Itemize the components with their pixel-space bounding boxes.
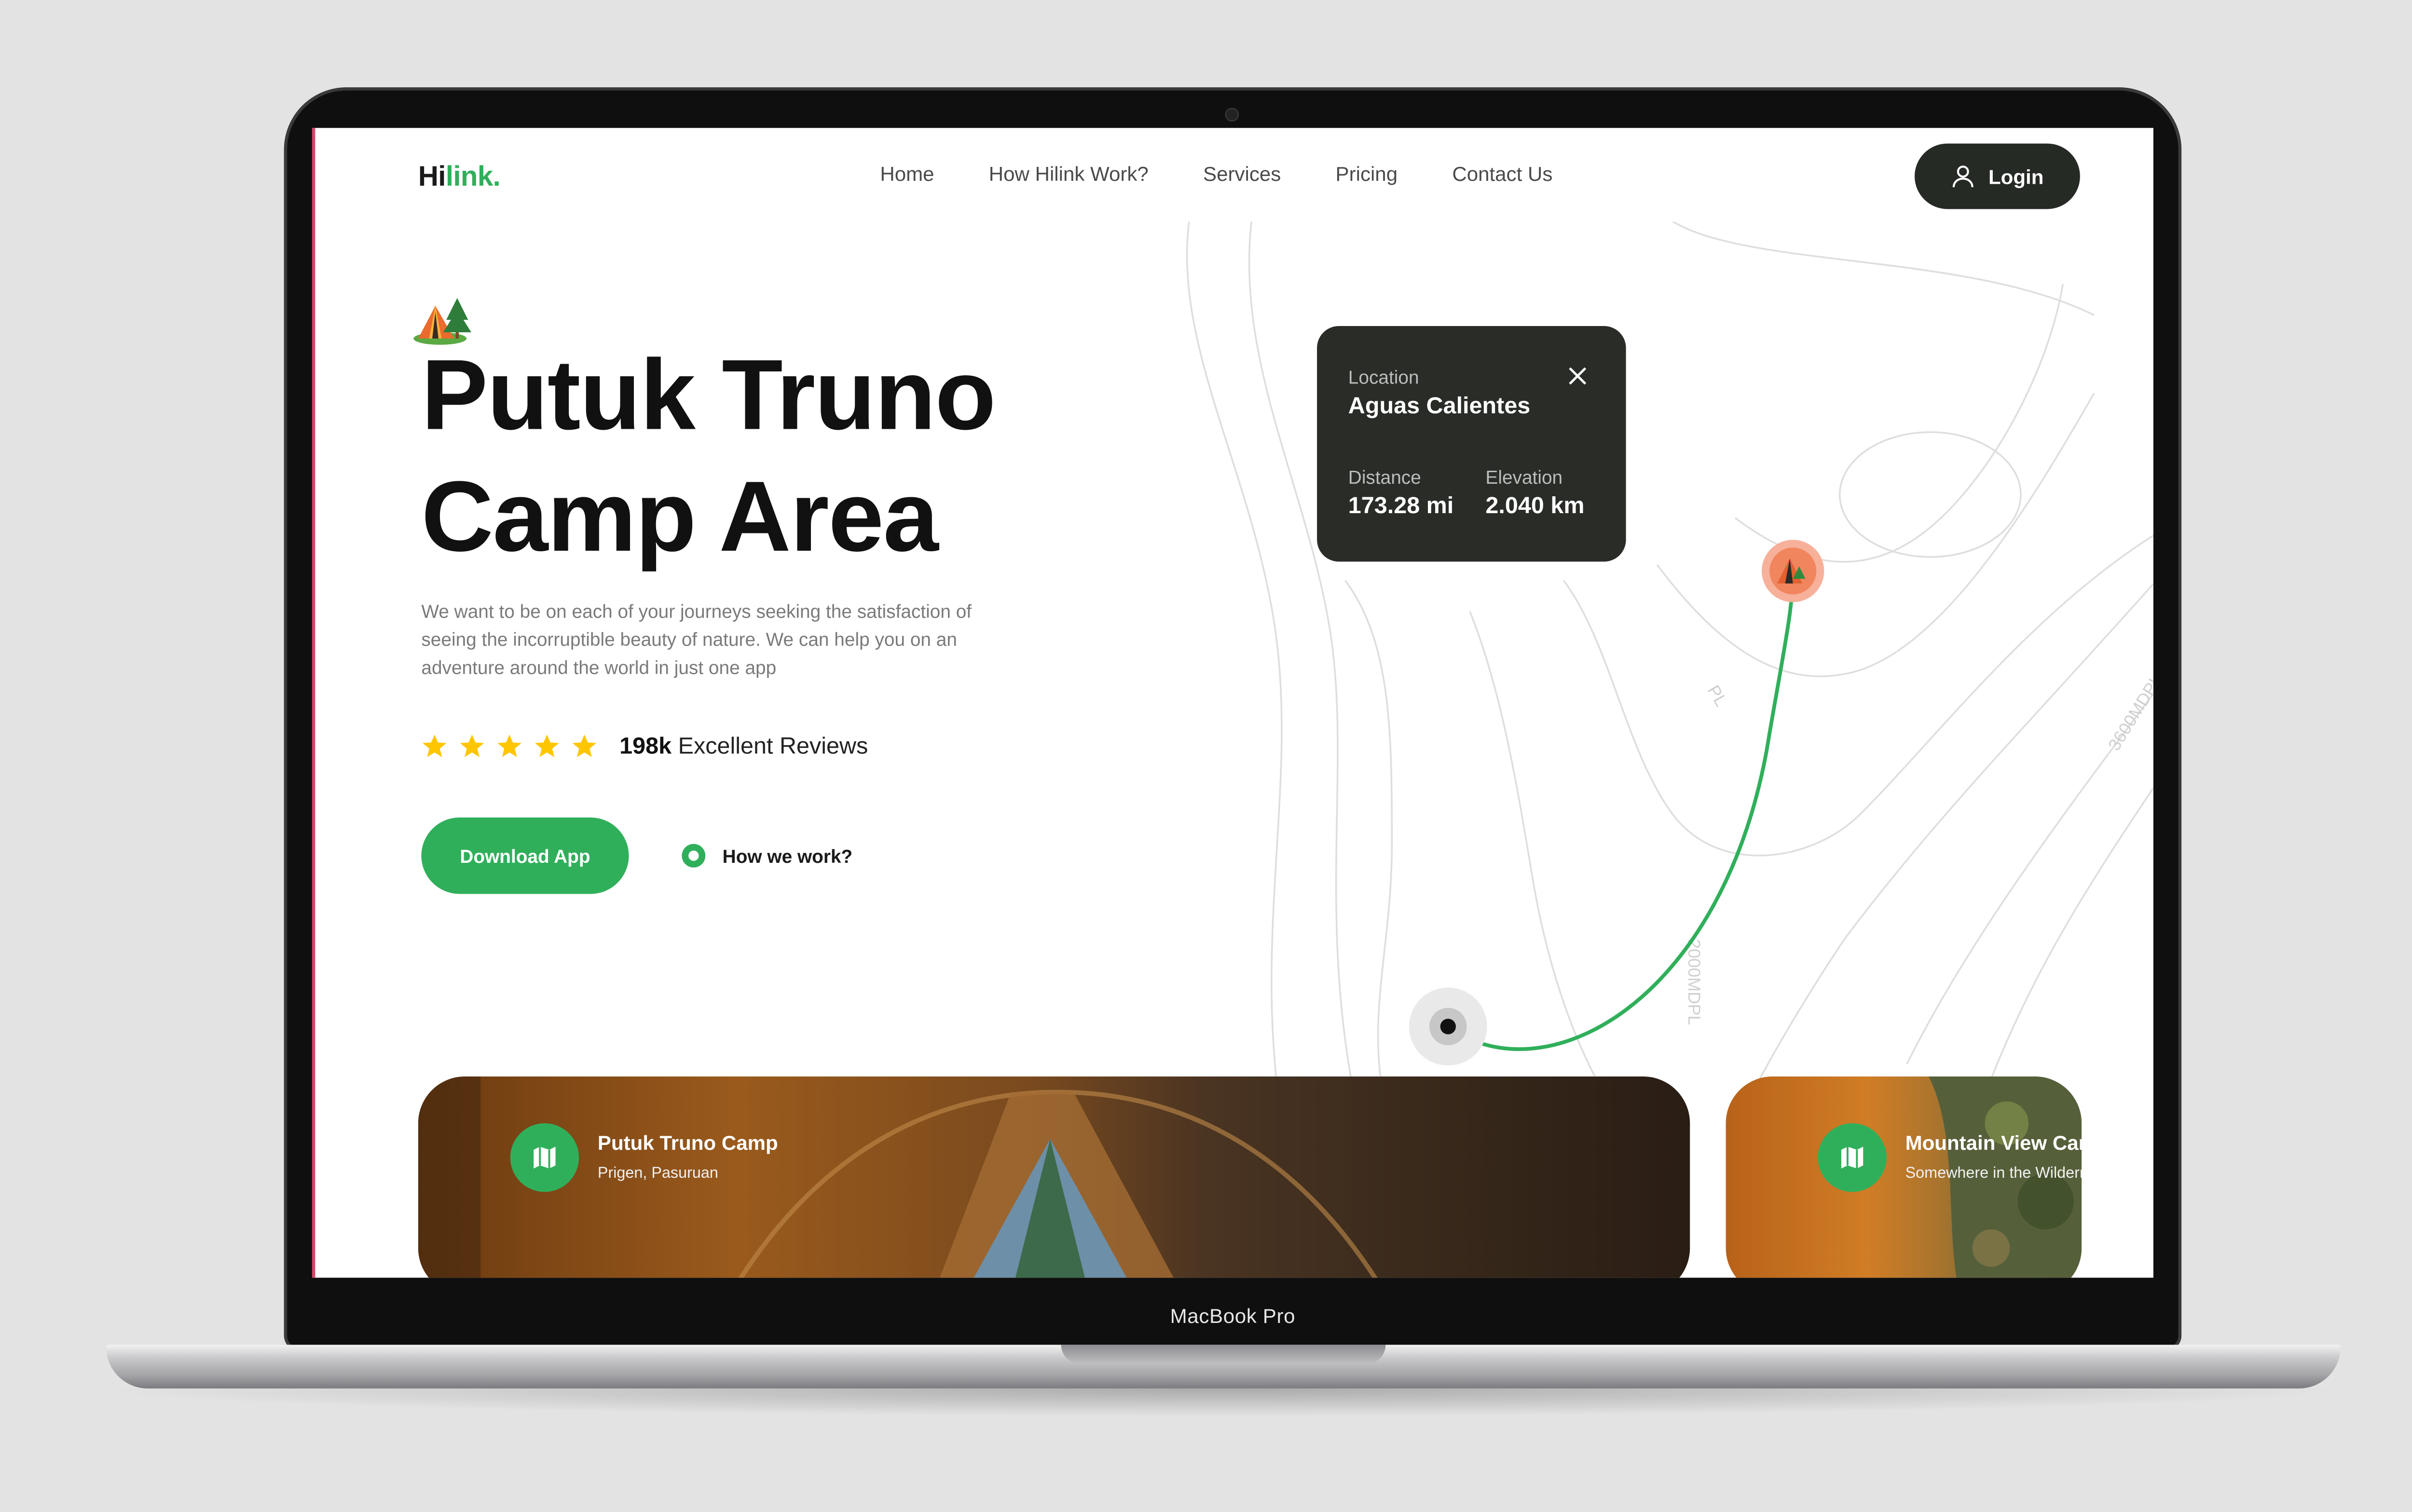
user-icon [1953, 165, 1974, 188]
distance-label: Distance [1348, 466, 1421, 489]
download-app-button[interactable]: Download App [421, 817, 629, 894]
map-pin [510, 1123, 579, 1192]
camera-icon [1226, 109, 1238, 121]
play-icon [682, 844, 706, 868]
logo-main: Hi [418, 161, 446, 192]
star-icon [423, 735, 447, 757]
location-value: Aguas Calientes [1348, 393, 1531, 420]
elevation-value: 2.040 km [1485, 493, 1585, 520]
camp-subtitle: Somewhere in the Wilderness [1905, 1165, 2082, 1183]
logo-accent: link. [445, 161, 501, 192]
nav-how-hilink-work[interactable]: How Hilink Work? [989, 162, 1149, 186]
nav-pricing[interactable]: Pricing [1336, 162, 1398, 186]
map-icon [1841, 1146, 1864, 1169]
topographic-map: 2000MDPL 3600MDPL PL [1186, 221, 2153, 1127]
hero-title-line-2: Camp Area [421, 460, 938, 573]
camp-title: Putuk Truno Camp [597, 1131, 778, 1155]
map-icon [534, 1146, 556, 1169]
camp-card[interactable]: Mountain View Camp Somewhere in the Wild… [1726, 1076, 2082, 1278]
laptop-base [106, 1345, 2341, 1389]
device-label: MacBook Pro [1170, 1304, 1296, 1328]
star-icon [535, 735, 559, 757]
rating-stars [421, 733, 598, 760]
reviews-summary: 198k Excellent Reviews [619, 733, 868, 760]
close-icon[interactable] [1567, 365, 1589, 387]
distance-value: 173.28 mi [1348, 493, 1454, 520]
camp-card[interactable]: Putuk Truno Camp Prigen, Pasuruan [418, 1076, 1690, 1278]
hero-title-line-1: Putuk Truno [421, 338, 996, 451]
location-label: Location [1348, 367, 1419, 389]
star-icon [460, 735, 484, 757]
contour-label-2000: 2000MDPL [1685, 939, 1704, 1025]
contour-label-pl: PL [1704, 682, 1731, 710]
elevation-label: Elevation [1485, 466, 1563, 489]
how-we-work-label: How we work? [722, 845, 853, 867]
star-icon [572, 735, 597, 757]
camp-title: Mountain View Camp [1905, 1131, 2082, 1155]
camp-subtitle: Prigen, Pasuruan [597, 1165, 718, 1183]
contour-label-3600: 3600MDPL [2104, 671, 2153, 754]
browser-screen: Hilink. Home How Hilink Work? Services P… [312, 128, 2153, 1278]
main-nav: Home How Hilink Work? Services Pricing C… [880, 162, 1552, 186]
laptop-shadow [94, 1388, 2353, 1417]
reviews-label: Excellent Reviews [678, 733, 868, 760]
nav-contact-us[interactable]: Contact Us [1452, 162, 1552, 186]
how-we-work-button[interactable]: How we work? [680, 843, 852, 869]
nav-home[interactable]: Home [880, 162, 934, 186]
reviews-count: 198k [619, 733, 672, 760]
star-icon [497, 735, 521, 757]
location-card: Location Aguas Calientes Distance 173.28… [1317, 326, 1626, 562]
hero-title: Putuk Truno Camp Area [421, 334, 996, 577]
login-button[interactable]: Login [1914, 143, 2080, 209]
login-label: Login [1988, 164, 2044, 188]
nav-services[interactable]: Services [1203, 162, 1281, 186]
route-line [1448, 572, 1795, 1051]
hero-description: We want to be on each of your journeys s… [421, 600, 972, 679]
map-pin [1818, 1123, 1887, 1192]
logo[interactable]: Hilink. [418, 161, 501, 193]
laptop-notch [1061, 1345, 1386, 1364]
